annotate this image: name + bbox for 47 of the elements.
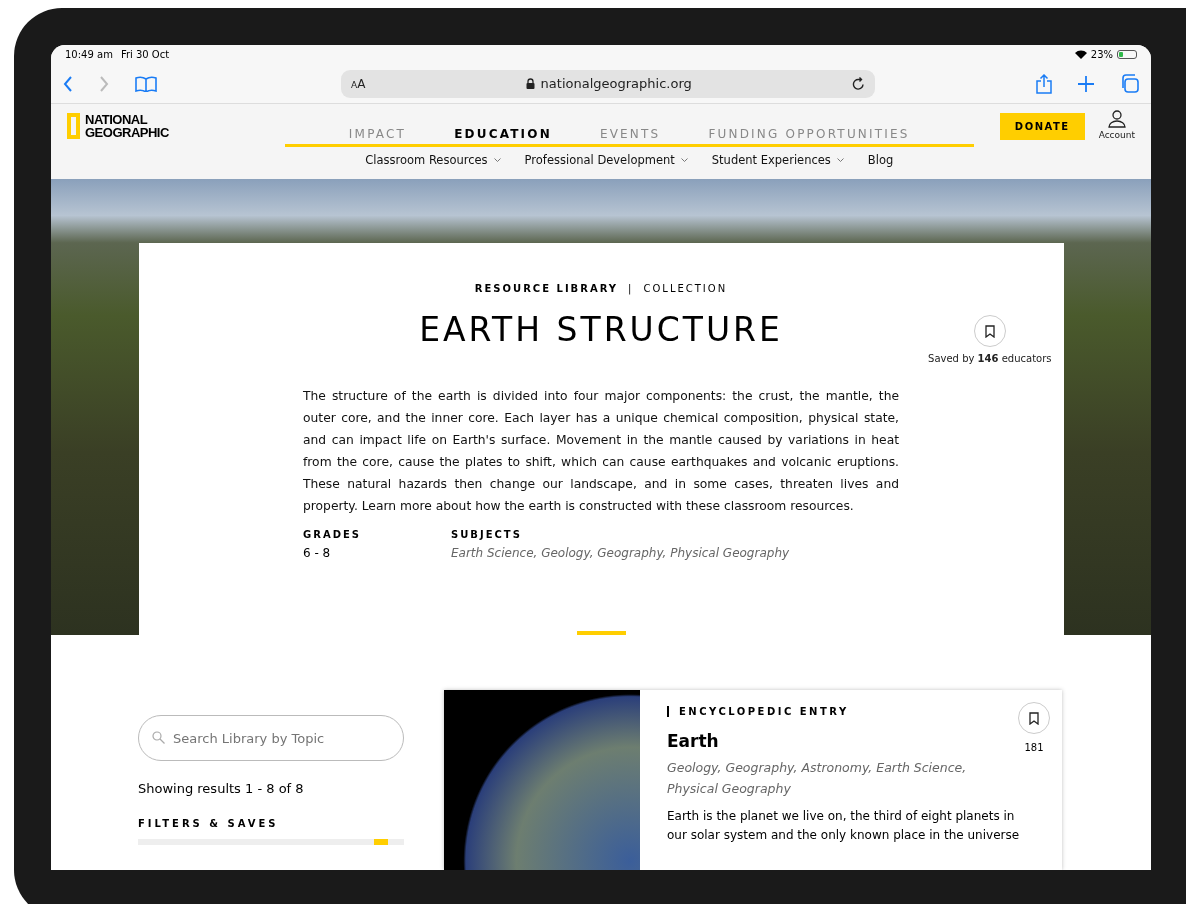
account-link[interactable]: Account [1098, 130, 1135, 141]
wifi-icon [1074, 50, 1087, 60]
subnav-link[interactable]: Professional Development [524, 153, 688, 168]
book-icon[interactable] [135, 75, 157, 92]
saved-count: Saved by 146 educators [928, 353, 1052, 364]
search-icon [152, 731, 165, 744]
grades-label: GRADES [303, 529, 362, 540]
results-count: Showing results 1 - 8 of 8 [138, 781, 305, 796]
subnav-link[interactable]: Student Experiences [711, 153, 844, 168]
search-field[interactable]: Search Library by Topic [138, 715, 404, 761]
filters-heading: FILTERS & SAVES [138, 818, 280, 829]
description: The structure of the earth is divided into four major components: the crust, the mantle, the outer core, and the inner core. Each layer has a unique chemical composition, physical state, and can impact life on Earth's surface. Movement in the mantle caused by variations in heat from the core, cause the plates to shift, which can cause earthquakes and volcanic eruptions. These natural hazards then change our landscape, and in some cases, threaten lives and property. Learn more about how the earth is constructed with these classroom resources. [303, 388, 899, 515]
address-bar[interactable]: AA nationalgeographic.org [341, 69, 875, 98]
reload-icon[interactable] [852, 76, 865, 91]
status-time: 10:49 am [65, 49, 113, 61]
bookmark-icon [1029, 711, 1039, 725]
bookmark-button[interactable] [973, 315, 1006, 347]
result-description: Earth is the planet we live on, the third of eight planets in our solar system and the only known place in the universe [667, 808, 1021, 844]
tabs-icon[interactable] [1120, 74, 1139, 94]
status-date: Fri 30 Oct [120, 49, 170, 61]
share-icon[interactable] [1036, 73, 1052, 94]
save-count: 181 [1024, 742, 1044, 753]
bookmark-icon [984, 324, 995, 338]
result-card[interactable] [444, 690, 1062, 870]
subnav-link[interactable]: Blog [867, 153, 894, 168]
donate-button[interactable]: DONATE [999, 113, 1085, 141]
page-title: EARTH STRUCTURE [419, 310, 783, 349]
subjects-label: SUBJECTS [451, 529, 523, 540]
battery-icon [1117, 50, 1137, 60]
type-label: COLLECTION [643, 283, 728, 294]
back-icon[interactable] [63, 75, 73, 92]
plus-icon[interactable] [1078, 75, 1094, 92]
subnav-link[interactable]: Classroom Resources [365, 153, 501, 168]
url-text: nationalgeographic.org [540, 76, 692, 92]
text-size-button[interactable]: AA [351, 76, 366, 91]
grades-value: 6 - 8 [303, 546, 332, 560]
person-icon[interactable] [1107, 110, 1126, 129]
section-label: RESOURCE LIBRARY [474, 283, 619, 294]
result-title[interactable]: Earth [667, 731, 719, 751]
battery-percent: 23% [1090, 49, 1113, 61]
separator: | [628, 283, 634, 294]
nav-tab[interactable]: EDUCATION [430, 116, 576, 145]
logo[interactable]: NATIONAL GEOGRAPHIC [67, 113, 169, 140]
result-subjects: Geology, Geography, Astronomy, Earth Science, Physical Geography [667, 759, 968, 798]
lock-icon [525, 78, 535, 90]
bookmark-button[interactable] [1018, 702, 1050, 734]
subjects-value: Earth Science, Geology, Geography, Physical Geography [451, 546, 790, 560]
